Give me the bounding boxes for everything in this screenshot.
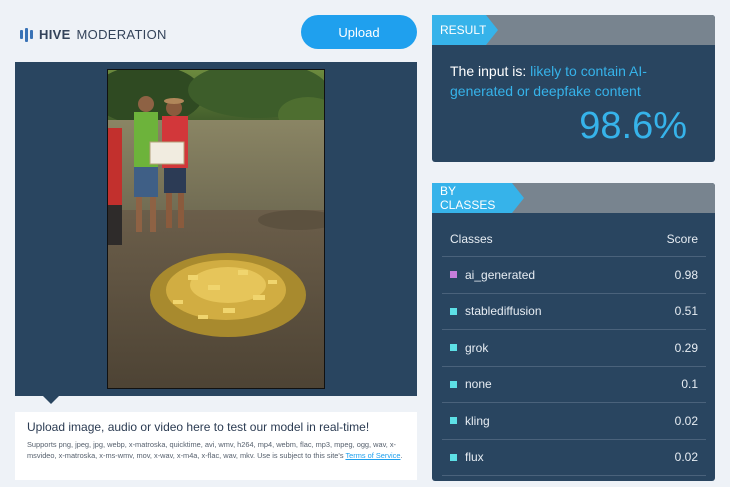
- class-name: ai_generated: [465, 267, 536, 282]
- result-prefix: The input is:: [450, 63, 531, 79]
- classes-table: Classes Score ai_generated 0.98 stabledi…: [442, 221, 706, 476]
- class-color-swatch: [450, 380, 457, 388]
- class-name-cell: kling: [450, 414, 675, 428]
- class-color-swatch: [450, 453, 457, 461]
- class-name-cell: ai_generated: [450, 268, 675, 282]
- class-score: 0.51: [674, 304, 698, 319]
- class-name: flux: [465, 450, 484, 465]
- result-tab: RESULT: [432, 15, 498, 45]
- preview-caret: [43, 396, 59, 404]
- upload-button[interactable]: Upload: [301, 15, 417, 49]
- class-name-cell: grok: [450, 341, 675, 355]
- class-color-swatch: [450, 271, 457, 279]
- classes-header: BY CLASSES: [432, 183, 715, 213]
- class-name-cell: none: [450, 377, 681, 391]
- class-name: none: [465, 377, 492, 392]
- terms-suffix: .: [400, 450, 403, 460]
- table-row: flux 0.02: [442, 440, 706, 476]
- classes-table-header: Classes Score: [442, 221, 706, 257]
- terms-of-service-link[interactable]: Terms of Service: [345, 451, 400, 460]
- class-score: 0.1: [681, 377, 698, 392]
- class-score: 0.98: [674, 267, 698, 282]
- logo-bars-icon: [20, 27, 33, 42]
- media-preview[interactable]: [15, 62, 417, 396]
- logo-subtitle: MODERATION: [76, 27, 167, 42]
- result-header: RESULT: [432, 15, 715, 45]
- result-panel: RESULT The input is: likely to contain A…: [432, 15, 715, 162]
- result-score: 98.6%: [579, 105, 687, 147]
- table-row: grok 0.29: [442, 330, 706, 367]
- hive-moderation-logo: HIVE MODERATION: [20, 27, 167, 42]
- class-color-swatch: [450, 344, 457, 352]
- upload-instructions[interactable]: Upload image, audio or video here to tes…: [15, 412, 417, 480]
- table-row: ai_generated 0.98: [442, 257, 706, 294]
- table-row: kling 0.02: [442, 403, 706, 440]
- upload-instructions-title: Upload image, audio or video here to tes…: [27, 420, 370, 434]
- class-name: kling: [465, 413, 490, 428]
- class-name-cell: stablediffusion: [450, 304, 675, 318]
- class-name: grok: [465, 340, 489, 355]
- class-name-cell: flux: [450, 450, 675, 464]
- uploaded-image: [107, 69, 325, 389]
- classes-panel: BY CLASSES Classes Score ai_generated 0.…: [432, 183, 715, 481]
- classes-column-header: Classes: [450, 231, 493, 246]
- table-row: stablediffusion 0.51: [442, 294, 706, 330]
- classes-tab: BY CLASSES: [432, 183, 524, 213]
- class-color-swatch: [450, 417, 457, 425]
- supported-formats: Supports png, jpeg, jpg, webp, x-matrosk…: [27, 440, 405, 461]
- supported-formats-text: Supports png, jpeg, jpg, webp, x-matrosk…: [27, 440, 397, 460]
- result-text: The input is: likely to contain AI-gener…: [450, 61, 700, 101]
- class-score: 0.02: [674, 450, 698, 465]
- table-row: none 0.1: [442, 367, 706, 403]
- class-name: stablediffusion: [465, 304, 542, 319]
- logo-brand: HIVE: [39, 27, 71, 42]
- class-score: 0.29: [674, 340, 698, 355]
- class-score: 0.02: [674, 413, 698, 428]
- score-column-header: Score: [666, 231, 698, 246]
- class-color-swatch: [450, 307, 457, 315]
